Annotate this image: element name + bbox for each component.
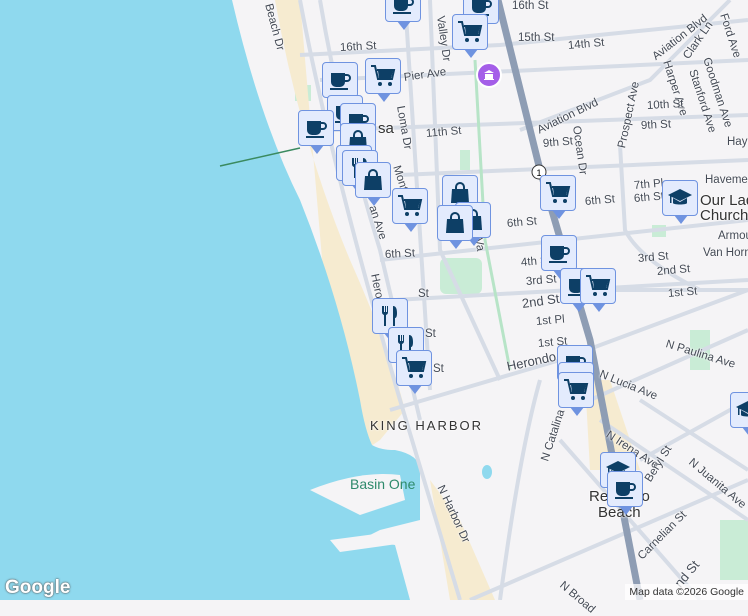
bag-marker[interactable] — [355, 162, 391, 206]
shopping-cart-icon — [402, 357, 427, 378]
cart-marker[interactable] — [540, 175, 576, 219]
pond — [482, 465, 492, 479]
coffee-marker[interactable] — [298, 110, 334, 154]
graduation-cap-icon — [668, 189, 692, 205]
street-label: Havemey — [705, 174, 748, 186]
bag-marker[interactable] — [437, 205, 473, 249]
shopping-cart-icon — [564, 379, 589, 400]
fork-knife-icon — [381, 306, 397, 326]
street-label: Van Horn — [703, 247, 748, 259]
street-label: 1st St — [667, 285, 698, 300]
cart-marker[interactable] — [452, 14, 488, 58]
map-attribution[interactable]: Map data ©2026 Google — [625, 584, 748, 600]
street-label: 10th St — [646, 98, 684, 112]
coffee-cup-icon — [549, 246, 570, 263]
shopping-cart-icon — [546, 182, 571, 203]
street-label: 9th St — [640, 118, 672, 132]
museum-marker[interactable] — [476, 62, 502, 88]
coffee-cup-icon — [330, 73, 351, 90]
google-logo: Google — [5, 577, 71, 598]
street-label: 16th St — [512, 0, 549, 12]
shopping-bag-icon — [446, 212, 464, 233]
street-label: Hayn — [727, 136, 748, 148]
cart-marker[interactable] — [396, 350, 432, 394]
coffee-cup-icon — [393, 0, 414, 14]
street-label: St — [433, 363, 444, 375]
street-label: Armou — [718, 230, 748, 242]
cart-marker[interactable] — [392, 188, 428, 232]
place-label-king-harbor: KING HARBOR — [370, 418, 484, 433]
place-label-church: Church — [700, 207, 748, 224]
coffee-marker[interactable] — [541, 235, 577, 279]
education-marker[interactable] — [730, 392, 748, 436]
place-label-basin-one: Basin One — [350, 476, 416, 492]
street-label: St — [418, 288, 429, 300]
street-label: 15th St — [518, 32, 555, 44]
street-label: 6th St — [384, 247, 416, 261]
shopping-bag-icon — [364, 169, 382, 190]
shopping-cart-icon — [586, 275, 611, 296]
place-label-hermosa: sa — [378, 120, 394, 137]
museum-icon — [484, 70, 494, 80]
coffee-cup-icon — [615, 482, 636, 499]
street-label: 1st Pl — [535, 313, 566, 328]
cart-marker[interactable] — [558, 372, 594, 416]
coffee-cup-icon — [306, 121, 327, 138]
shopping-cart-icon — [371, 65, 396, 86]
shopping-cart-icon — [458, 21, 483, 42]
street-label: St — [425, 328, 436, 340]
graduation-cap-icon — [736, 401, 748, 417]
coffee-marker[interactable] — [322, 62, 358, 106]
coffee-marker[interactable] — [385, 0, 421, 30]
cart-marker[interactable] — [365, 58, 401, 102]
cart-marker[interactable] — [580, 268, 616, 312]
shopping-cart-icon — [398, 195, 423, 216]
education-marker[interactable] — [662, 180, 698, 224]
coffee-marker[interactable] — [607, 471, 643, 515]
street-label: 16th St — [339, 40, 377, 54]
